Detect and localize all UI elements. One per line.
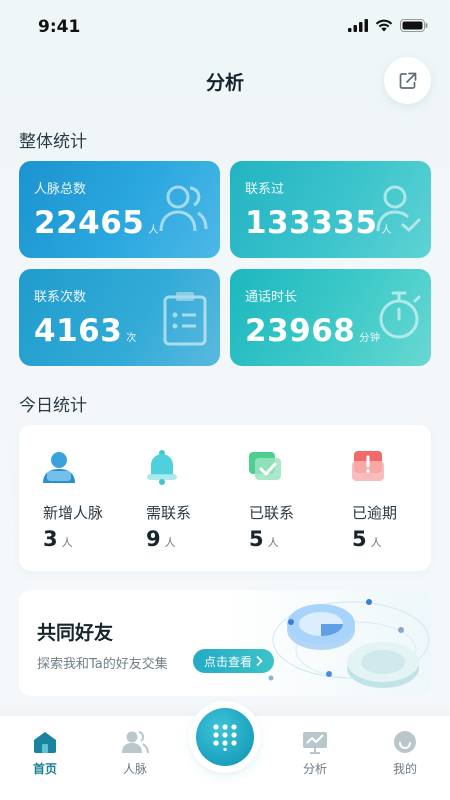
today-label: 已联系 [249, 504, 295, 522]
contacts-icon [122, 731, 149, 754]
today-label: 新增人脉 [43, 504, 104, 522]
card-contacted[interactable]: 联系过 133335 人 [230, 161, 431, 258]
nav-item-home[interactable]: 首页 [10, 730, 80, 777]
view-friends-button[interactable]: 点击查看 [193, 649, 275, 673]
card-label: 人脉总数 [34, 182, 87, 197]
card-total-contacts[interactable]: 人脉总数 22465 人 [19, 161, 220, 258]
mutual-friends-card[interactable]: 共同好友 探索我和Ta的好友交集 点击查看 [19, 590, 431, 696]
new-person-icon [43, 452, 75, 483]
card-value: 23968 分钟 [245, 313, 381, 349]
clipboard-icon [163, 292, 207, 346]
card-value: 22465 人 [34, 205, 159, 241]
share-button[interactable] [384, 57, 431, 104]
nav-item-mine[interactable]: 我的 [370, 730, 440, 777]
nav-label-contacts: 人脉 [122, 762, 147, 776]
today-item-new-contacts[interactable]: 新增人脉 3人 [19, 425, 122, 571]
today-panel: 新增人脉 3人 需联系 9人 已联系 5人 已逾期 5人 [19, 425, 431, 571]
signal-icon [348, 19, 368, 32]
dialpad-button[interactable] [196, 708, 254, 766]
today-item-need-contact[interactable]: 需联系 9人 [122, 425, 225, 571]
nav-label-home: 首页 [32, 762, 57, 776]
nav-item-contacts[interactable]: 人脉 [100, 730, 170, 777]
view-friends-button-label: 点击查看 [204, 654, 253, 669]
orbit-illustration [268, 599, 430, 688]
nav-item-analysis[interactable]: 分析 [280, 730, 350, 777]
page-title: 分析 [205, 72, 244, 94]
analysis-icon [303, 732, 327, 754]
today-value: 5人 [352, 527, 382, 551]
nav-label-analysis: 分析 [302, 762, 327, 776]
today-label: 已逾期 [352, 504, 398, 522]
card-label: 联系过 [245, 182, 285, 197]
share-icon [399, 72, 416, 89]
chevron-right-icon [256, 656, 263, 666]
nav-label-mine: 我的 [392, 762, 417, 776]
overall-section-title: 整体统计 [19, 132, 87, 152]
dialpad-icon [213, 724, 237, 751]
bell-icon [147, 450, 177, 485]
card-label: 通话时长 [245, 290, 298, 305]
today-value: 3人 [43, 527, 73, 551]
today-value: 9人 [146, 527, 176, 551]
wifi-icon [375, 19, 393, 32]
friends-subtitle: 探索我和Ta的好友交集 [37, 657, 168, 672]
today-section-title: 今日统计 [19, 396, 87, 416]
card-contact-times[interactable]: 联系次数 4163 次 [19, 269, 220, 366]
status-time: 9:41 [38, 17, 81, 37]
today-item-overdue[interactable]: 已逾期 5人 [328, 425, 431, 571]
home-icon [34, 732, 56, 753]
smiley-icon [394, 731, 416, 753]
today-label: 需联系 [146, 504, 192, 522]
battery-icon [400, 19, 428, 32]
today-item-contacted[interactable]: 已联系 5人 [225, 425, 328, 571]
overdue-icon [352, 451, 384, 481]
stopwatch-icon [379, 291, 421, 339]
status-bar: 9:41 [0, 0, 450, 54]
card-value: 4163 次 [34, 313, 137, 349]
status-icons [348, 19, 428, 32]
person-check-icon [376, 185, 421, 233]
friends-title: 共同好友 [37, 622, 114, 644]
card-value: 133335 人 [245, 205, 392, 241]
card-label: 联系次数 [34, 290, 87, 305]
card-call-duration[interactable]: 通话时长 23968 分钟 [230, 269, 431, 366]
message-check-icon [249, 452, 281, 480]
people-icon [159, 185, 208, 232]
today-value: 5人 [249, 527, 279, 551]
